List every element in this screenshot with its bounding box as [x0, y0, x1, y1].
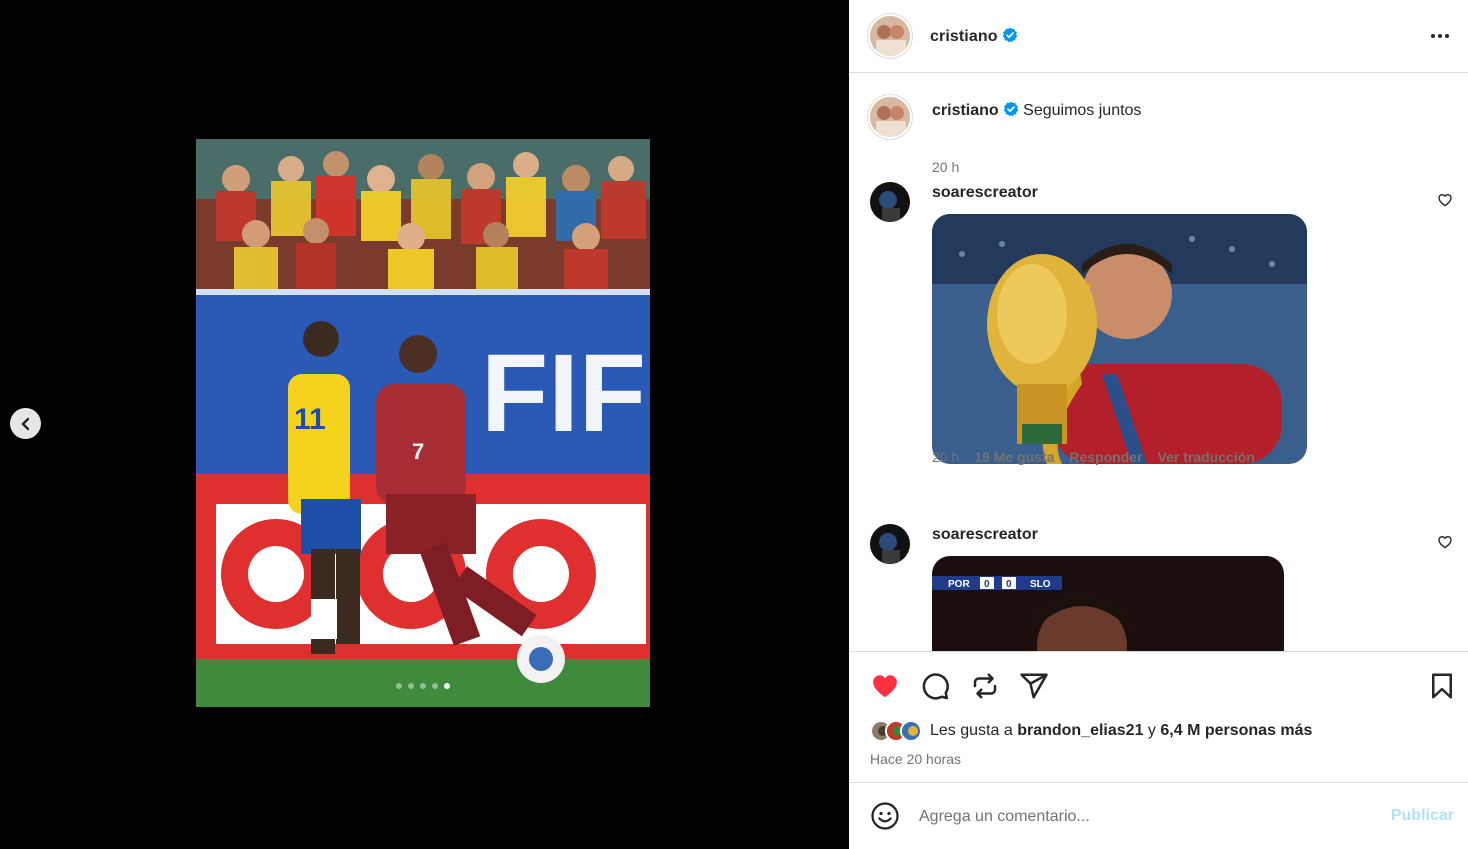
- comment-composer: Publicar: [849, 784, 1468, 849]
- post-details-panel: cristiano cristiano Seguimos juntos 20 h…: [849, 0, 1468, 849]
- comments-list[interactable]: cristiano Seguimos juntos 20 h soarescre…: [849, 73, 1468, 651]
- carousel-dot[interactable]: [396, 683, 402, 689]
- post-timestamp[interactable]: Hace 20 horas: [870, 751, 961, 767]
- comment-input[interactable]: [919, 804, 1369, 830]
- carousel-dot-active[interactable]: [444, 683, 450, 689]
- post-photo-illustration: FIF 11 7: [196, 139, 650, 707]
- caption-username[interactable]: cristiano: [932, 102, 999, 119]
- caption-body: cristiano Seguimos juntos: [932, 101, 1141, 120]
- commenter-avatar-image: [870, 182, 910, 222]
- svg-text:7: 7: [412, 439, 424, 464]
- carousel-dot[interactable]: [420, 683, 426, 689]
- verified-badge-icon: [1003, 101, 1018, 117]
- send-icon[interactable]: [1019, 671, 1049, 701]
- scoreboard-home: POR: [948, 579, 970, 590]
- likers-avatar-stack[interactable]: [870, 720, 922, 742]
- likes-connector: y: [1147, 722, 1156, 739]
- comment-image[interactable]: [932, 214, 1307, 464]
- bookmark-icon[interactable]: [1427, 671, 1457, 701]
- post-photo[interactable]: FIF 11 7: [196, 139, 650, 707]
- scoreboard-away-score: 0: [1006, 579, 1012, 590]
- caption-author-avatar[interactable]: [870, 97, 910, 137]
- scoreboard-away: SLO: [1030, 579, 1051, 590]
- instagram-post-modal: FIF 11 7 cristiano cristiano Seguimos ju…: [0, 0, 1468, 849]
- heart-icon[interactable]: [870, 671, 900, 701]
- comment-meta: 20 h 19 Me gusta Responder Ver traducció…: [932, 449, 1255, 465]
- media-viewer: FIF 11 7: [0, 0, 849, 849]
- author-avatar-image: [870, 16, 910, 56]
- author-username[interactable]: cristiano: [930, 27, 1018, 46]
- scoreboard-home-score: 0: [984, 579, 990, 590]
- post-actions: Les gusta a brandon_elias21 y 6,4 M pers…: [849, 651, 1468, 783]
- likes-user[interactable]: brandon_elias21: [1017, 722, 1143, 740]
- comment-heart-icon[interactable]: [1437, 192, 1453, 208]
- commenter-avatar[interactable]: [870, 524, 910, 564]
- verified-badge-icon: [1002, 27, 1017, 42]
- author-username-text: cristiano: [930, 27, 998, 45]
- comment-item: soarescreator POR 0 0 SLO: [870, 524, 1453, 651]
- comment-likes[interactable]: 19 Me gusta: [974, 449, 1054, 465]
- see-translation-button[interactable]: Ver traducción: [1158, 449, 1255, 465]
- chevron-left-icon: [21, 417, 29, 430]
- carousel-dot[interactable]: [432, 683, 438, 689]
- previous-photo-button[interactable]: [10, 408, 41, 439]
- comment-image-illustration: [932, 214, 1307, 464]
- emoji-icon[interactable]: [870, 801, 900, 831]
- comment-icon[interactable]: [920, 671, 950, 701]
- svg-text:11: 11: [294, 403, 326, 436]
- svg-text:FIF: FIF: [481, 332, 646, 455]
- comment-heart-icon[interactable]: [1437, 534, 1453, 550]
- likes-prefix: Les gusta a: [930, 722, 1013, 739]
- likes-others[interactable]: 6,4 M personas más: [1160, 722, 1312, 740]
- post-header: cristiano: [849, 0, 1468, 73]
- comment-time[interactable]: 20 h: [932, 449, 959, 465]
- comment-image[interactable]: POR 0 0 SLO: [932, 556, 1284, 651]
- caption-author-avatar-image: [870, 97, 910, 137]
- comment-image-illustration: POR 0 0 SLO: [932, 556, 1284, 651]
- author-avatar[interactable]: [870, 16, 910, 56]
- comment-username[interactable]: soarescreator: [932, 526, 1038, 544]
- repost-icon[interactable]: [970, 671, 1000, 701]
- carousel-dots: [196, 683, 650, 689]
- comment-username[interactable]: soarescreator: [932, 184, 1038, 202]
- reply-button[interactable]: Responder: [1069, 449, 1142, 465]
- caption-text: Seguimos juntos: [1023, 102, 1142, 119]
- commenter-avatar[interactable]: [870, 182, 910, 222]
- liker-avatar: [900, 720, 922, 742]
- comment-item: soarescreator 20 h 19 Me gusta Responder…: [870, 182, 1453, 465]
- commenter-avatar-image: [870, 524, 910, 564]
- carousel-dot[interactable]: [408, 683, 414, 689]
- likes-summary: Les gusta a brandon_elias21 y 6,4 M pers…: [870, 720, 1312, 742]
- caption-time[interactable]: 20 h: [932, 159, 959, 175]
- more-horizontal-icon[interactable]: [1428, 24, 1452, 48]
- publish-button[interactable]: Publicar: [1391, 807, 1454, 825]
